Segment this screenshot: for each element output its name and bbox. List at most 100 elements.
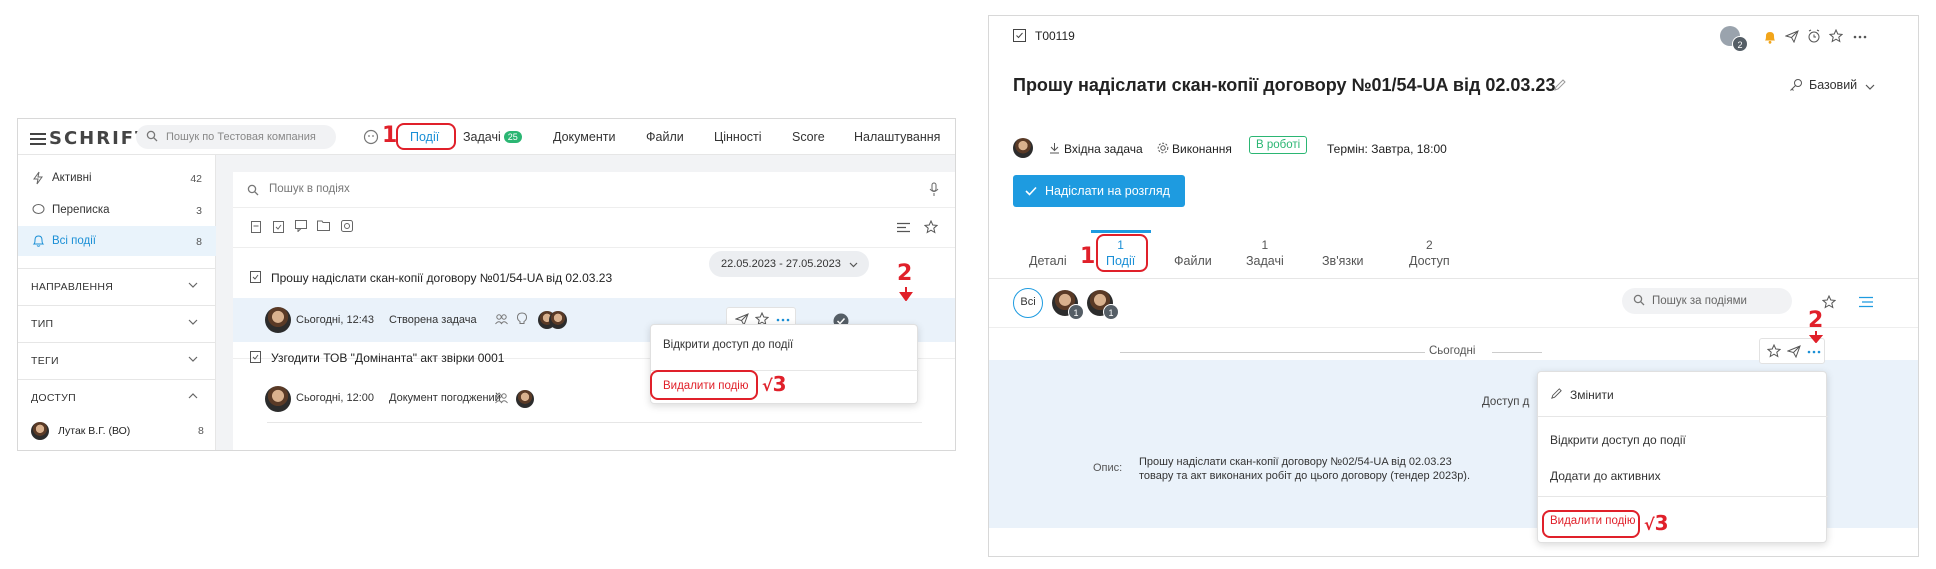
avatar: [1013, 138, 1033, 158]
highlight-delete: [650, 370, 758, 400]
tab-files[interactable]: Файли: [1174, 254, 1212, 268]
sidebar-section-tags[interactable]: ТЕГИ: [18, 342, 216, 379]
sidebar-item-active[interactable]: Активні 42: [18, 163, 216, 193]
date-range-select[interactable]: 22.05.2023 - 27.05.2023: [709, 251, 869, 277]
nav-settings[interactable]: Налаштування: [854, 130, 940, 144]
task-title: Прошу надіслати скан-копії договору №01/…: [1013, 75, 1556, 95]
check-icon: [1025, 186, 1037, 196]
tab-access[interactable]: 2 Доступ: [1409, 238, 1450, 268]
event-title[interactable]: Прошу надіслати скан-копії договору №01/…: [271, 271, 612, 285]
event-time: Сьогодні, 12:00: [296, 392, 375, 404]
nav-documents[interactable]: Документи: [553, 130, 615, 144]
tab-details[interactable]: Деталі: [1029, 254, 1067, 268]
sidebar-item-correspondence[interactable]: Переписка 3: [18, 195, 216, 225]
alarm-icon[interactable]: [1807, 29, 1821, 43]
divider: [1538, 416, 1828, 417]
sidebar-section-type[interactable]: ТИП: [18, 305, 216, 342]
access-user-count: 8: [198, 425, 204, 437]
participants-count-badge: 2: [1732, 36, 1748, 52]
more-icon[interactable]: [776, 318, 790, 322]
avatar: [549, 311, 567, 329]
sidebar-item-all-events[interactable]: Всі події 8: [18, 226, 216, 256]
values-filter-icon[interactable]: [341, 220, 353, 232]
chevron-down-icon: [188, 282, 198, 288]
comment-filter-icon[interactable]: [295, 220, 307, 232]
chevron-down-icon: [188, 356, 198, 362]
sidebar-section-access[interactable]: ДОСТУП: [18, 379, 216, 416]
star-icon[interactable]: [1829, 29, 1843, 43]
marker-1: 1: [1080, 244, 1096, 269]
send-icon[interactable]: [1785, 30, 1799, 43]
edit-pencil-icon: [1551, 388, 1562, 399]
more-icon[interactable]: [1807, 350, 1821, 354]
sort-icon[interactable]: [1859, 296, 1873, 308]
highlight-delete: [1542, 510, 1640, 538]
arrow-down-icon: [899, 287, 913, 301]
marker-2: 2: [1808, 308, 1824, 333]
description-line-2: товару та акт виконаних робіт до цього д…: [1139, 470, 1471, 482]
execution-label: Виконання: [1172, 142, 1232, 156]
menu-item-add-active[interactable]: Додати до активних: [1550, 469, 1661, 483]
nav-values[interactable]: Цінності: [714, 130, 762, 144]
task-id: T00119: [1035, 29, 1075, 43]
status-badge[interactable]: В роботі: [1249, 136, 1308, 154]
send-for-review-button[interactable]: Надіслати на розгляд: [1013, 175, 1185, 207]
description-label: Опис:: [1093, 462, 1123, 474]
nav-tasks[interactable]: Задачі 25: [463, 130, 522, 144]
task-icon: [1013, 29, 1026, 42]
avatar: [265, 307, 291, 333]
global-search-input[interactable]: Пошук по Тестовая компания: [136, 125, 336, 149]
description-line-1: Прошу надіслати скан-копії договору №02/…: [1139, 456, 1452, 468]
app-logo[interactable]: SCHRIFT: [30, 128, 149, 149]
highlight-tab-events: [1096, 234, 1148, 272]
task-filter-icon[interactable]: [273, 220, 284, 233]
arrow-down-icon: [1809, 331, 1823, 343]
access-user-name[interactable]: Лутак В.Г. (ВО): [58, 425, 130, 437]
sidebar: Активні 42 Переписка 3 Всі події 8 НАПРАВЛЕ…: [18, 155, 216, 450]
marker-3: √3: [762, 372, 787, 396]
events-search-input[interactable]: Пошук в подіях: [269, 183, 350, 195]
filter-all-button[interactable]: Всі: [1013, 288, 1043, 318]
sort-icon[interactable]: [897, 222, 910, 233]
incoming-task-label: Вхідна задача: [1064, 142, 1143, 156]
bell-icon[interactable]: [1763, 30, 1777, 44]
event-title[interactable]: Узгодити ТОВ "Домінанта" акт звірки 0001: [271, 351, 504, 365]
divider: [1538, 496, 1828, 497]
events-search-row[interactable]: Пошук в подіях: [233, 172, 955, 208]
task-icon: [250, 271, 261, 283]
events-search-input[interactable]: Пошук за подіями: [1622, 288, 1792, 314]
menu-item-share[interactable]: Відкрити доступ до події: [1550, 433, 1686, 447]
folder-filter-icon[interactable]: [317, 220, 330, 231]
edit-pencil-icon[interactable]: [1553, 78, 1567, 92]
document-filter-icon[interactable]: [251, 221, 261, 233]
more-icon[interactable]: [1853, 35, 1867, 39]
events-filter-row: 22.05.2023 - 27.05.2023: [233, 208, 955, 277]
nav-files[interactable]: Файли: [646, 130, 684, 144]
marker-2: 2: [897, 261, 913, 286]
events-panel: Пошук в подіях 22.05.2023 - 27.05.2023 П…: [233, 172, 955, 450]
divider: [989, 327, 1918, 328]
participants-icon: [495, 314, 508, 325]
avatar-count-badge: 1: [1103, 304, 1119, 320]
tab-tasks[interactable]: 1 Задачі: [1246, 238, 1284, 268]
tab-links[interactable]: Зв'язки: [1322, 254, 1364, 268]
star-icon[interactable]: [924, 220, 938, 234]
bell-icon: [32, 235, 45, 247]
notifications-icon[interactable]: [363, 129, 379, 145]
chevron-down-icon: [849, 262, 858, 268]
event-action: Документ погоджений: [389, 392, 501, 404]
microphone-icon[interactable]: [929, 182, 939, 197]
star-icon[interactable]: [1822, 295, 1836, 309]
mode-select[interactable]: Базовий: [1809, 78, 1857, 92]
right-screenshot: T00119 2 Прошу надіслати скан-копії дого…: [988, 15, 1919, 557]
sidebar-section-directions[interactable]: НАПРАВЛЕННЯ: [18, 268, 216, 305]
nav-score[interactable]: Score: [792, 130, 825, 144]
search-icon: [247, 184, 259, 196]
send-icon[interactable]: [1787, 345, 1801, 358]
menu-item-edit[interactable]: Змінити: [1570, 388, 1614, 402]
menu-icon[interactable]: [30, 130, 46, 148]
star-icon[interactable]: [1767, 344, 1781, 358]
avatar: [265, 386, 291, 412]
lightning-icon: [33, 171, 43, 185]
menu-item-share[interactable]: Відкрити доступ до події: [663, 339, 793, 351]
